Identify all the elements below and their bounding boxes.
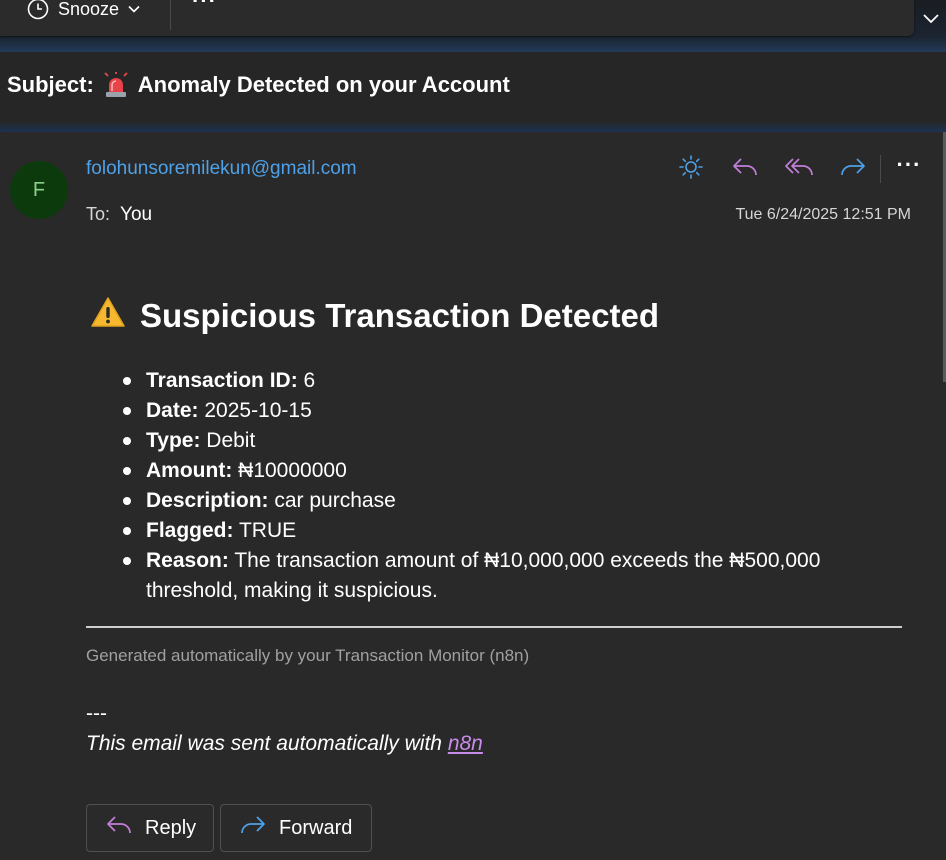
signature-separator: --- <box>86 702 107 725</box>
heading-text: Suspicious Transaction Detected <box>140 297 659 334</box>
detail-value: 2025-10-15 <box>198 399 312 422</box>
detail-label: Flagged: <box>146 519 234 542</box>
detail-label: Amount: <box>146 459 233 482</box>
detail-label: Transaction ID: <box>146 369 298 392</box>
reply-icon <box>731 155 759 184</box>
detail-label: Description: <box>146 489 269 512</box>
subject-text: Anomaly Detected on your Account <box>137 72 510 97</box>
detail-date: Date: 2025-10-15 <box>104 396 884 426</box>
detail-flagged: Flagged: TRUE <box>104 516 884 546</box>
warning-icon <box>90 296 126 336</box>
message-actions: ··· <box>664 152 929 185</box>
detail-transaction-id: Transaction ID: 6 <box>104 366 884 396</box>
reply-button[interactable]: Reply <box>86 804 214 852</box>
sun-icon <box>678 154 704 185</box>
chevron-down-icon <box>922 11 940 30</box>
expand-ribbon-button[interactable] <box>916 0 946 40</box>
forward-icon-button[interactable] <box>826 153 880 185</box>
body-heading: Suspicious Transaction Detected <box>90 296 659 336</box>
detail-type: Type: Debit <box>104 426 884 456</box>
message-more-button[interactable]: ··· <box>889 152 929 185</box>
subject-line: Subject: Anomaly Detected on your Accoun… <box>7 72 510 98</box>
subject-prefix: Subject: <box>7 72 94 97</box>
forward-icon <box>839 155 867 184</box>
forward-button[interactable]: Forward <box>220 804 372 852</box>
detail-label: Date: <box>146 399 199 422</box>
siren-icon <box>104 72 128 98</box>
actions-divider <box>880 155 881 183</box>
n8n-link[interactable]: n8n <box>448 732 483 755</box>
to-label: To: <box>86 204 111 224</box>
toolbar: Snooze ··· <box>0 0 914 36</box>
generated-note: Generated automatically by your Transact… <box>86 646 530 665</box>
detail-value: 6 <box>297 369 316 392</box>
detail-amount: Amount: ₦10000000 <box>104 456 884 486</box>
footer-note: This email was sent automatically with n… <box>86 732 483 756</box>
detail-reason: Reason: The transaction amount of ₦10,00… <box>104 546 884 606</box>
email-reading-pane: Snooze ··· Subject: Anomaly Detected on … <box>0 0 946 860</box>
toolbar-divider <box>170 0 171 30</box>
detail-value: ₦10000000 <box>232 459 347 482</box>
forward-label: Forward <box>279 816 353 839</box>
transaction-details-list: Transaction ID: 6 Date: 2025-10-15 Type:… <box>104 366 884 606</box>
detail-value: The transaction amount of ₦10,000,000 ex… <box>146 549 821 602</box>
chevron-down-icon <box>127 2 141 16</box>
detail-value: TRUE <box>233 519 297 542</box>
sender-email[interactable]: folohunsoremilekun@gmail.com <box>86 158 357 180</box>
detail-value: car purchase <box>268 489 396 512</box>
message-date: Tue 6/24/2025 12:51 PM <box>735 206 911 223</box>
snooze-button[interactable]: Snooze <box>26 0 141 24</box>
horizontal-rule <box>86 626 902 628</box>
avatar[interactable]: F <box>10 161 68 219</box>
detail-label: Reason: <box>146 549 229 572</box>
recipient-name[interactable]: You <box>120 204 152 226</box>
snooze-label: Snooze <box>58 0 120 19</box>
clock-icon <box>26 0 50 21</box>
detail-description: Description: car purchase <box>104 486 884 516</box>
forward-icon <box>239 813 267 843</box>
recipient-row: To: You <box>86 204 152 226</box>
theme-toggle-button[interactable] <box>664 153 718 185</box>
reply-icon-button[interactable] <box>718 153 772 185</box>
detail-label: Type: <box>146 429 201 452</box>
reply-icon <box>105 813 133 843</box>
footer-text: This email was sent automatically with <box>86 732 448 755</box>
reply-all-icon-button[interactable] <box>772 153 826 185</box>
more-options-button[interactable]: ··· <box>192 0 217 18</box>
detail-value: Debit <box>200 429 256 452</box>
reply-all-icon <box>784 155 814 184</box>
reply-label: Reply <box>145 816 197 839</box>
